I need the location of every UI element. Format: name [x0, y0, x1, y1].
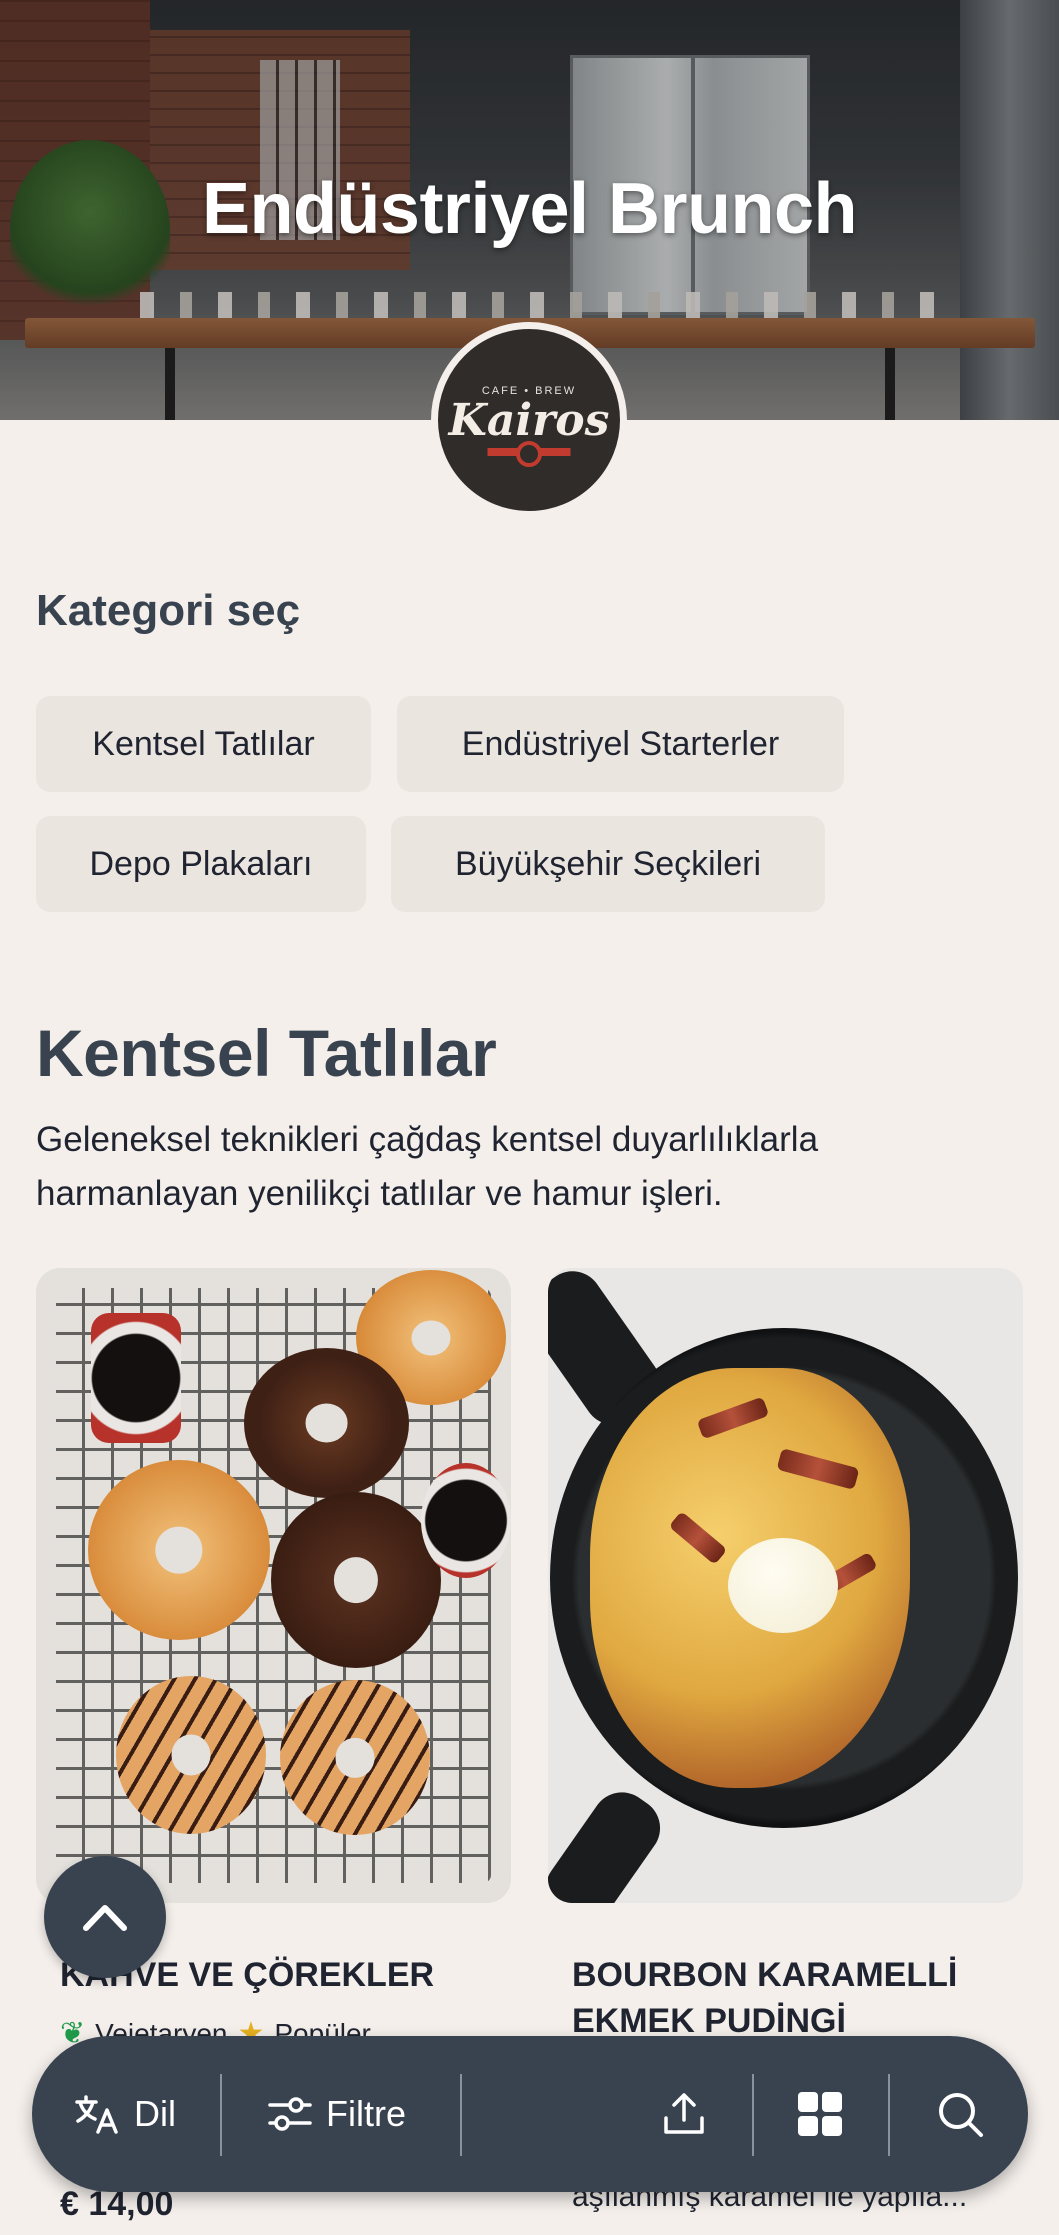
- donut: [280, 1680, 430, 1835]
- product-image-bourbon-pudding[interactable]: [548, 1268, 1023, 1903]
- toolbar-divider: [460, 2074, 462, 2156]
- bottom-toolbar: Dil Filtre: [32, 2036, 1028, 2192]
- filter-icon: [268, 2096, 312, 2132]
- ice-cream-scoop: [728, 1538, 838, 1633]
- product-image-kahve-corekler[interactable]: [36, 1268, 511, 1903]
- donut: [271, 1492, 441, 1668]
- donut: [244, 1348, 409, 1498]
- donut: [88, 1460, 270, 1640]
- share-button[interactable]: [660, 2036, 708, 2192]
- filter-label: Filtre: [326, 2093, 406, 2134]
- restaurant-logo: CAFE • BREW Kairos: [431, 322, 627, 518]
- coffee-cup: [421, 1463, 511, 1578]
- toolbar-divider: [752, 2074, 754, 2156]
- toolbar-divider: [220, 2074, 222, 2156]
- chevron-up-icon: [82, 1902, 128, 1932]
- category-chip-depo-plakalari[interactable]: Depo Plakaları: [36, 816, 366, 912]
- category-chip-buyuksehir-seckileri[interactable]: Büyükşehir Seçkileri: [391, 816, 825, 912]
- page-title: Endüstriyel Brunch: [201, 169, 858, 249]
- category-chip-kentsel-tatlilar[interactable]: Kentsel Tatlılar: [36, 696, 371, 792]
- filter-button[interactable]: Filtre: [268, 2036, 406, 2192]
- language-label: Dil: [134, 2093, 176, 2134]
- donut: [116, 1676, 266, 1834]
- search-icon: [936, 2090, 984, 2138]
- translate-icon: [74, 2094, 120, 2134]
- scroll-top-button[interactable]: [44, 1856, 166, 1978]
- logo-name: Kairos: [448, 394, 610, 446]
- toolbar-divider: [888, 2074, 890, 2156]
- category-heading: Kategori seç: [36, 586, 301, 635]
- grid-icon: [796, 2090, 844, 2138]
- grid-view-button[interactable]: [796, 2036, 844, 2192]
- language-button[interactable]: Dil: [74, 2036, 176, 2192]
- share-icon: [660, 2090, 708, 2138]
- category-chip-endustriyel-starterler[interactable]: Endüstriyel Starterler: [397, 696, 844, 792]
- logo-emblem: [470, 447, 588, 456]
- pan-handle: [548, 1780, 672, 1903]
- section-description: Geleneksel teknikleri çağdaş kentsel duy…: [36, 1120, 819, 1213]
- coffee-jug: [91, 1313, 181, 1443]
- search-button[interactable]: [936, 2036, 984, 2192]
- product-title-2[interactable]: BOURBON KARAMELLİ EKMEK PUDİNGİ: [572, 1952, 1002, 2044]
- section-title: Kentsel Tatlılar: [36, 1016, 497, 1090]
